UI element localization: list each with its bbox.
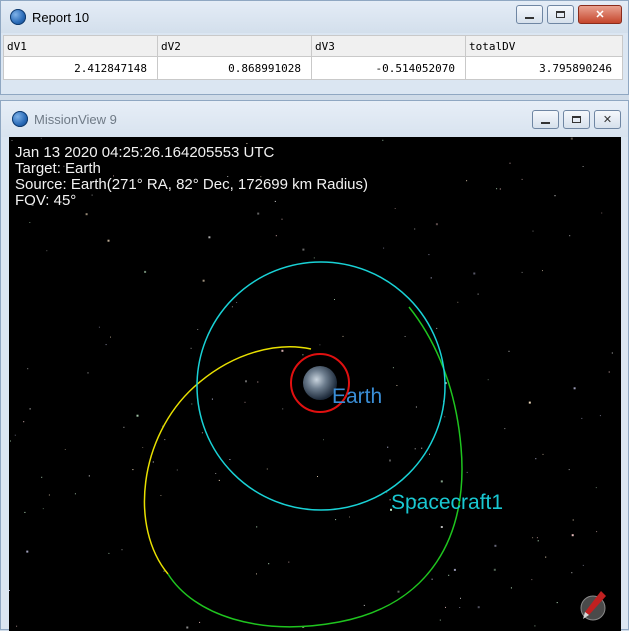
minimize-icon	[541, 121, 550, 124]
mission-minimize-button[interactable]	[532, 110, 559, 129]
mission-maximize-button[interactable]	[563, 110, 590, 129]
report-maximize-button[interactable]	[547, 5, 574, 24]
column-header-dv3[interactable]: dV3	[311, 35, 466, 57]
maximize-icon	[572, 116, 581, 123]
compass-icon[interactable]	[575, 585, 615, 625]
mission-close-button[interactable]: ✕	[594, 110, 621, 129]
cell-totaldv[interactable]: 3.795890246	[465, 56, 623, 80]
app-globe-icon	[10, 9, 26, 25]
fov-text: FOV: 45°	[15, 192, 77, 209]
target-text: Target: Earth	[15, 160, 101, 177]
column-header-dv1[interactable]: dV1	[3, 35, 158, 57]
report-titlebar[interactable]: Report 10 ✕	[1, 1, 628, 33]
maximize-icon	[556, 11, 565, 18]
epoch-text: Jan 13 2020 04:25:26.164205553 UTC	[15, 144, 275, 161]
spacecraft-label[interactable]: Spacecraft1	[391, 491, 503, 514]
cell-dv3[interactable]: -0.514052070	[311, 56, 466, 80]
source-text: Source: Earth(271° RA, 82° Dec, 172699 k…	[15, 176, 369, 193]
cell-dv2[interactable]: 0.868991028	[157, 56, 312, 80]
report-minimize-button[interactable]	[516, 5, 543, 24]
mission-view-titlebar[interactable]: MissionView 9 ✕	[1, 101, 628, 137]
orbit-scene: Earth Spacecraft1	[143, 261, 503, 628]
yellow-trajectory-arc	[143, 346, 312, 575]
app-globe-icon	[12, 111, 28, 127]
minimize-icon	[525, 16, 534, 19]
report-title: Report 10	[32, 9, 90, 25]
report-window-controls: ✕	[516, 5, 622, 24]
close-icon: ✕	[595, 9, 605, 21]
mission-window-controls: ✕	[532, 110, 621, 129]
mission-view-window: MissionView 9 ✕ Earth Spacecraft1 Jan 13…	[0, 100, 629, 631]
3d-viewport[interactable]: Earth Spacecraft1 Jan 13 2020 04:25:26.1…	[9, 137, 621, 631]
earth-label[interactable]: Earth	[332, 385, 382, 408]
column-header-totaldv[interactable]: totalDV	[465, 35, 623, 57]
cell-dv1[interactable]: 2.412847148	[3, 56, 158, 80]
report-table: dV1 dV2 dV3 totalDV 2.412847148 0.868991…	[3, 35, 623, 80]
report-header-row: dV1 dV2 dV3 totalDV	[3, 35, 623, 57]
report-window: Report 10 ✕ dV1 dV2 dV3 totalDV 2.412847…	[0, 0, 629, 95]
close-icon: ✕	[602, 114, 613, 126]
table-row: 2.412847148 0.868991028 -0.514052070 3.7…	[3, 56, 623, 80]
column-header-dv2[interactable]: dV2	[157, 35, 312, 57]
report-close-button[interactable]: ✕	[578, 5, 622, 24]
mission-view-title: MissionView 9	[34, 111, 117, 127]
